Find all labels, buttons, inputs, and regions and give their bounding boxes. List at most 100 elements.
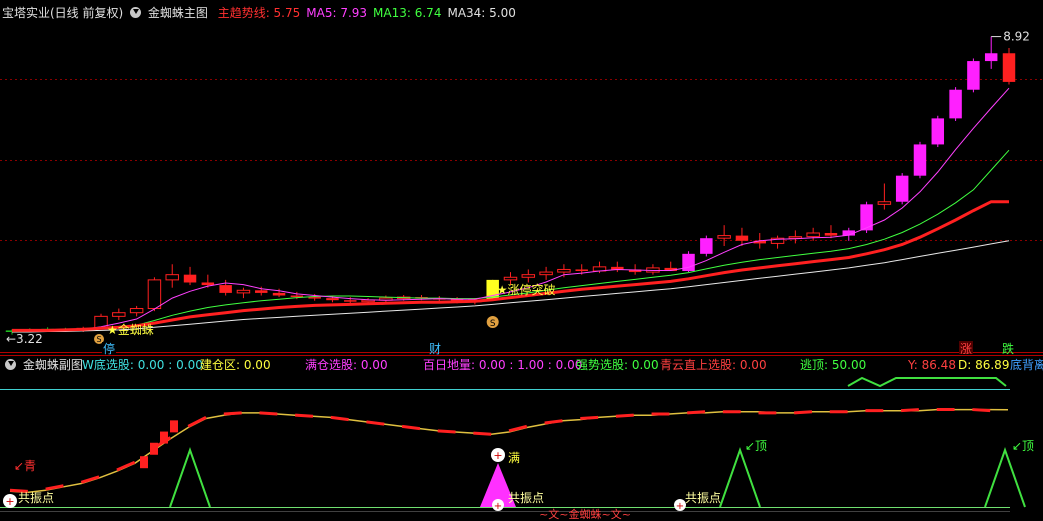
s-coin-text-2: S [490, 319, 496, 329]
candle-body [575, 269, 588, 272]
top-spike-0 [169, 446, 211, 508]
spider-bottom-label: ~文~金蜘蛛~文~ [539, 507, 631, 521]
series-y-segment [330, 415, 349, 422]
plus-marker-text: + [5, 495, 14, 508]
main-value-0: 主趋势线: 5.75 [217, 6, 301, 20]
plus-marker-text-2: + [493, 449, 502, 462]
candle-body [236, 289, 251, 294]
candle-body [344, 300, 357, 302]
series-y-segment [544, 419, 563, 425]
breakout-marker: ★涨停突破 [497, 282, 556, 297]
chart-canvas: 8.92←3.22★金蜘蛛S★涨停突破S停财涨跌↙青+ 共振点+ 满共振点+共振点+… [0, 30, 1043, 521]
plus-marker-text-4: + [676, 501, 684, 512]
full-label: 满 [508, 451, 520, 465]
candle-body [272, 292, 286, 296]
y-bar [140, 456, 148, 469]
y-bar [150, 442, 158, 455]
series-y-segment [437, 429, 456, 434]
sub-value-5: 青云直上选股: 0.00 [660, 358, 767, 372]
plus-marker-text-3: + [494, 501, 502, 512]
qing-label: ↙青 [14, 459, 36, 473]
candle-body [735, 235, 749, 241]
candle-body [255, 290, 268, 293]
candle-body [913, 144, 927, 176]
candle-body [308, 297, 321, 299]
candle-body [521, 274, 536, 278]
sub-indicator-menu-icon[interactable] [5, 359, 16, 370]
y-bar [160, 431, 168, 444]
rise-marker: 涨 [960, 341, 972, 356]
sub-indicator-name[interactable]: 金蜘蛛副图 [23, 358, 83, 372]
spider-marker: ★金蜘蛛 [107, 322, 154, 337]
candle-body [112, 312, 126, 317]
series-y-segment [900, 408, 919, 413]
series-y-segment [687, 410, 706, 415]
s-coin-text: S [96, 335, 101, 344]
series-y-segment [187, 416, 207, 428]
candle-body [201, 282, 215, 286]
series-y-segment [366, 420, 385, 426]
series-y-segment [473, 431, 492, 436]
candle-body [539, 271, 553, 276]
series-y-segment [223, 411, 242, 416]
sub-value-2: 满仓选股: 0.00 [305, 358, 388, 372]
series-y-segment [580, 415, 599, 421]
candle-body [895, 175, 909, 202]
series-y-segment [295, 413, 314, 418]
candle-body [147, 279, 162, 310]
sub-value-8: D: 86.89 [958, 358, 1010, 372]
main-indicator-values: 主趋势线: 5.75 MA5: 7.93 MA13: 6.74 MA34: 5.00 [212, 6, 516, 20]
y-bar [170, 420, 178, 433]
candle-body [984, 53, 998, 62]
series-y-segment [116, 460, 136, 472]
series-y-segment [259, 411, 278, 416]
series-y-segment [45, 484, 64, 491]
main-value-2: MA13: 6.74 [373, 6, 442, 20]
candle-body [877, 201, 892, 205]
candle-body [967, 61, 980, 90]
candle-body [824, 232, 838, 236]
fall-marker: 跌 [1002, 341, 1014, 356]
candle-body [219, 285, 232, 293]
resonance-label-right: 共振点 [685, 491, 721, 505]
candle-body [700, 238, 713, 254]
sub-header: 金蜘蛛副图 [2, 358, 83, 372]
finance-marker: 财 [429, 342, 441, 356]
top-label-1: ↙顶 [745, 439, 767, 453]
candle-body [326, 298, 339, 301]
candle-body [183, 274, 197, 283]
sub-value-6: 逃顶: 50.00 [800, 358, 867, 372]
candle-body [129, 308, 144, 314]
sub-value-4: 强势选股: 0.00 [576, 358, 659, 372]
sub-value-7: Y: 86.48 [908, 358, 956, 372]
high-price-label: 8.92 [1003, 30, 1030, 44]
top-label-2: ↙顶 [1012, 439, 1034, 453]
main-indicator-name[interactable]: 金蜘蛛主图 [148, 6, 208, 20]
main-value-3: MA34: 5.00 [447, 6, 516, 20]
candle-body [503, 276, 518, 281]
series-y-segment [401, 424, 421, 431]
candle-body [806, 232, 820, 238]
candle-body [557, 268, 571, 273]
candle-body [949, 89, 962, 119]
limit-up-marker: 停 [103, 341, 115, 356]
candle-body [931, 118, 945, 145]
top-spike-1 [719, 446, 761, 508]
low-price-label: ←3.22 [6, 332, 43, 346]
series-y-segment [615, 413, 634, 418]
sub-value-3: 百日地量: 0.00 : 1.00 : 0.00 [423, 358, 583, 372]
candle-body [165, 274, 179, 281]
escape-top-line [847, 376, 1007, 388]
stock-title: 宝塔实业(日线 前复权) [2, 6, 124, 20]
series-y-segment [80, 475, 100, 484]
candle-body [860, 204, 873, 231]
series-y-segment [794, 410, 813, 415]
sub-value-1: 建仓区: 0.00 [200, 358, 271, 372]
sub-value-0: W底选股: 0.00 : 0.00 [82, 358, 203, 372]
main-header: 宝塔实业(日线 前复权) 金蜘蛛主图 主趋势线: 5.75 MA5: 7.93 MA… [2, 6, 516, 20]
top-spike-2 [984, 446, 1026, 508]
resonance-label-mid: 共振点 [508, 491, 544, 505]
candle-body [1002, 53, 1016, 82]
sub-value-9: 底背离 [1010, 358, 1043, 372]
indicator-menu-icon[interactable] [130, 7, 142, 18]
